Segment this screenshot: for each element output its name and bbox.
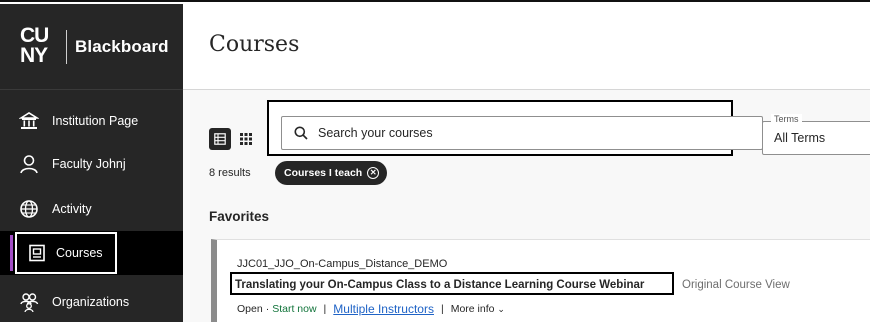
search-input[interactable]: [318, 126, 718, 140]
search-highlight-box: [267, 100, 763, 156]
terms-select[interactable]: Terms All Terms: [762, 114, 870, 155]
list-view-button[interactable]: [209, 128, 231, 150]
sidebar-item-label: Faculty Johnj: [52, 157, 126, 171]
view-toggle: [209, 128, 257, 150]
institution-icon: [18, 110, 40, 132]
sidebar-item-label: Activity: [52, 202, 92, 216]
course-code: JJC01_JJO_On-Campus_Distance_DEMO: [237, 258, 448, 270]
organizations-icon: [18, 291, 40, 313]
cuny-logo-top: CU: [20, 23, 49, 47]
terms-label: Terms: [771, 114, 802, 124]
meta-separator: |: [440, 303, 444, 315]
search-field[interactable]: [281, 116, 763, 150]
meta-separator: |: [323, 303, 327, 315]
start-now-link[interactable]: Start now: [272, 303, 316, 315]
instructors-link[interactable]: Multiple Instructors: [333, 302, 434, 316]
grid-view-icon: [240, 133, 252, 145]
globe-icon: [18, 198, 40, 220]
user-icon: [18, 153, 40, 175]
sidebar-item-institution-page[interactable]: Institution Page: [0, 99, 183, 143]
app-frame: CU NY Blackboard Institution Page Facult…: [0, 0, 870, 322]
results-count: 8 results: [209, 167, 251, 179]
page-header: Courses: [183, 4, 870, 90]
sidebar-item-label: Organizations: [52, 295, 130, 309]
status-dot: ·: [265, 303, 270, 315]
course-card: JJC01_JJO_On-Campus_Distance_DEMO Transl…: [211, 239, 870, 322]
search-icon: [294, 126, 308, 140]
filter-chip-label: Courses I teach: [284, 167, 363, 179]
course-title-link[interactable]: Translating your On-Campus Class to a Di…: [235, 279, 644, 291]
courses-highlight[interactable]: Courses: [15, 232, 117, 274]
list-view-icon: [214, 133, 226, 145]
chevron-down-icon: ⌄: [497, 304, 505, 314]
cuny-logo-bottom: NY: [20, 43, 48, 67]
sidebar-item-label: Courses: [56, 246, 103, 260]
courses-icon: [27, 243, 47, 263]
course-status: Open: [237, 303, 263, 315]
brand-name: Blackboard: [75, 36, 169, 56]
more-info-label: More info: [450, 303, 495, 315]
page-title: Courses: [209, 32, 300, 57]
main-content: Courses Terms All Terms 8 results Course…: [183, 4, 870, 322]
grid-view-button[interactable]: [235, 128, 257, 150]
more-info-button[interactable]: More info ⌄: [451, 303, 505, 315]
brand[interactable]: CU NY Blackboard: [0, 4, 183, 90]
sidebar-item-profile[interactable]: Faculty Johnj: [0, 142, 183, 186]
terms-value: All Terms: [774, 131, 826, 145]
sidebar: CU NY Blackboard Institution Page Facult…: [0, 4, 183, 322]
section-heading-favorites: Favorites: [209, 209, 270, 224]
filter-chip[interactable]: Courses I teach ✕: [275, 161, 388, 185]
cuny-logo: CU NY: [18, 25, 58, 69]
sidebar-item-activity[interactable]: Activity: [0, 187, 183, 231]
clear-filter-icon[interactable]: ✕: [367, 167, 380, 179]
sidebar-item-label: Institution Page: [52, 114, 139, 128]
course-meta: Open · Start now | Multiple Instructors …: [237, 302, 505, 316]
sidebar-item-organizations[interactable]: Organizations: [0, 280, 183, 322]
brand-divider: [66, 29, 67, 64]
course-view-type: Original Course View: [682, 279, 790, 291]
